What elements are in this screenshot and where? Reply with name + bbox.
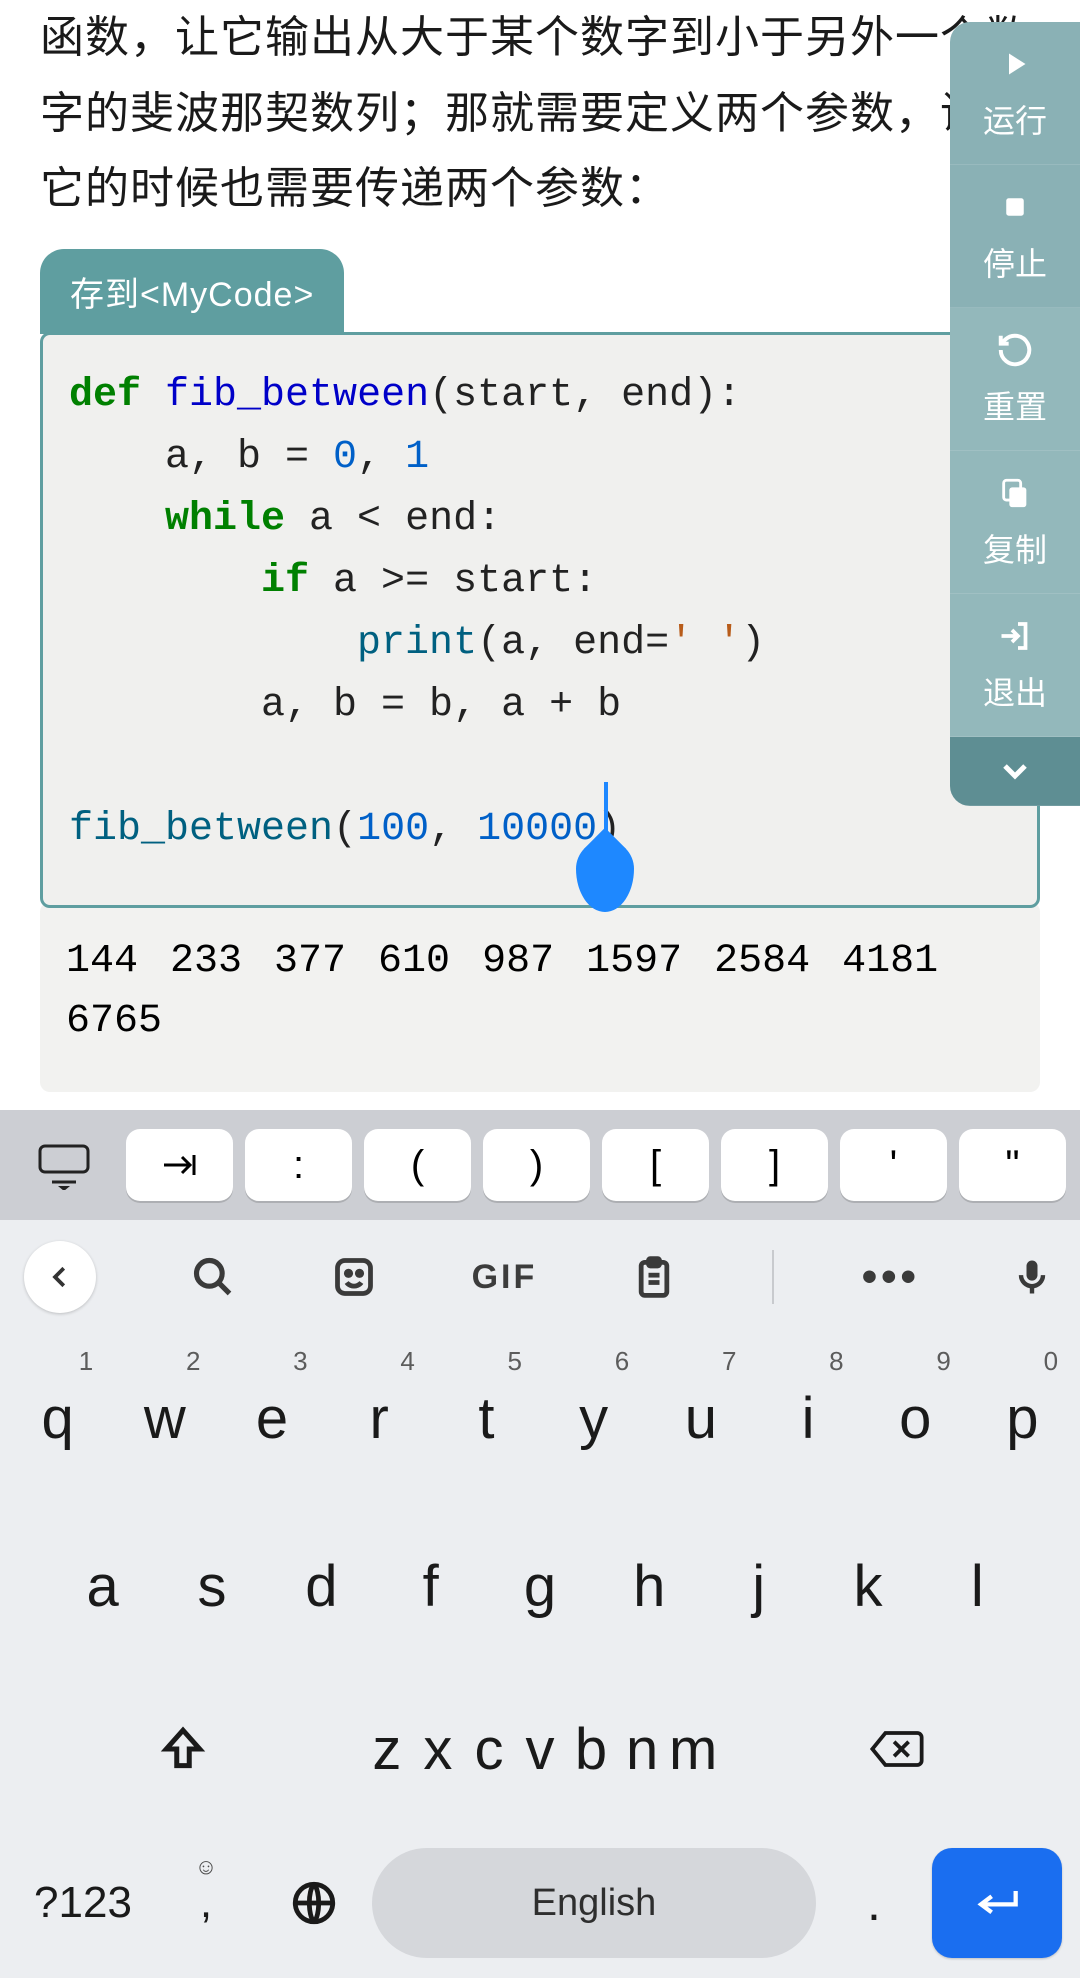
- alpha-keys: 1q2w3e4r5t6y7u8i9o0p asdfghjkl zxcvbnm: [0, 1334, 1080, 1828]
- mic-icon[interactable]: [1008, 1253, 1056, 1301]
- run-button[interactable]: 运行: [950, 22, 1080, 165]
- reset-label: 重置: [983, 382, 1047, 428]
- search-icon[interactable]: [189, 1253, 237, 1301]
- key-row-3-letters: zxcvbnm: [361, 1716, 718, 1783]
- key-u[interactable]: 7u: [647, 1334, 754, 1502]
- key-g[interactable]: g: [485, 1502, 594, 1670]
- stop-icon: [993, 185, 1037, 229]
- keyboard-collapse-button[interactable]: [24, 1241, 96, 1313]
- backspace-key[interactable]: [719, 1670, 1076, 1828]
- reset-icon: [993, 328, 1037, 372]
- keyboard-toolbar: GIF •••: [0, 1220, 1080, 1334]
- exit-icon: [993, 614, 1037, 658]
- key-row-1: 1q2w3e4r5t6y7u8i9o0p: [4, 1334, 1076, 1502]
- play-icon: [993, 42, 1037, 86]
- copy-label: 复制: [983, 525, 1047, 571]
- key-o[interactable]: 9o: [862, 1334, 969, 1502]
- code-line: fib_between(100, 10000): [69, 799, 1011, 861]
- key-f[interactable]: f: [376, 1502, 485, 1670]
- key-z[interactable]: z: [361, 1716, 412, 1783]
- code-line: if a >= start:: [69, 551, 1011, 613]
- key-e[interactable]: 3e: [218, 1334, 325, 1502]
- code-line: a, b = 0, 1: [69, 427, 1011, 489]
- key-w[interactable]: 2w: [111, 1334, 218, 1502]
- key-v[interactable]: v: [514, 1716, 565, 1783]
- copy-icon: [993, 471, 1037, 515]
- close-bracket-key[interactable]: ]: [721, 1129, 828, 1201]
- chevron-down-icon: [993, 749, 1037, 793]
- comma-key[interactable]: ☺ ,: [156, 1848, 256, 1958]
- run-label: 运行: [983, 96, 1047, 142]
- single-quote-key[interactable]: ': [840, 1129, 947, 1201]
- hide-keyboard-button[interactable]: [14, 1110, 114, 1220]
- code-line: def fib_between(start, end):: [69, 365, 1011, 427]
- output-line: 6765: [66, 992, 1014, 1052]
- key-x[interactable]: x: [412, 1716, 463, 1783]
- double-quote-key[interactable]: ": [959, 1129, 1066, 1201]
- keyboard: : ( ) [ ] ' " GIF ••• 1q2w3e4r5t6y7u8i9o…: [0, 1110, 1080, 1978]
- key-b[interactable]: b: [566, 1716, 617, 1783]
- key-r[interactable]: 4r: [326, 1334, 433, 1502]
- reset-button[interactable]: 重置: [950, 308, 1080, 451]
- key-c[interactable]: c: [463, 1716, 514, 1783]
- symbols-mode-key[interactable]: ?123: [18, 1848, 148, 1958]
- exit-label: 退出: [983, 668, 1047, 714]
- code-line: while a < end:: [69, 489, 1011, 551]
- period-key[interactable]: .: [824, 1848, 924, 1958]
- key-i[interactable]: 8i: [754, 1334, 861, 1502]
- sticker-icon[interactable]: [330, 1253, 378, 1301]
- enter-key[interactable]: [932, 1848, 1062, 1958]
- key-l[interactable]: l: [923, 1502, 1032, 1670]
- key-row-2: asdfghjkl: [4, 1502, 1076, 1670]
- shift-key[interactable]: [4, 1670, 361, 1828]
- more-icon[interactable]: •••: [867, 1253, 915, 1301]
- stop-button[interactable]: 停止: [950, 165, 1080, 308]
- clipboard-icon[interactable]: [630, 1253, 678, 1301]
- exit-button[interactable]: 退出: [950, 594, 1080, 737]
- code-toolbar: 运行 停止 重置 复制 退出: [950, 22, 1080, 806]
- emoji-sup: ☺: [195, 1854, 217, 1880]
- paragraph-text: 函数可以同时接收多个参数。比如，我们可以写一个 函数，让它输出从大于某个数字到小…: [40, 0, 1040, 227]
- prose-line: 字的斐波那契数列；那就需要定义两个参数，调用: [40, 89, 1030, 138]
- key-k[interactable]: k: [813, 1502, 922, 1670]
- key-row-3: zxcvbnm: [4, 1670, 1076, 1828]
- key-p[interactable]: 0p: [969, 1334, 1076, 1502]
- stop-label: 停止: [983, 239, 1047, 285]
- keyboard-bottom-row: ?123 ☺ , English .: [0, 1828, 1080, 1978]
- key-s[interactable]: s: [157, 1502, 266, 1670]
- open-bracket-key[interactable]: [: [602, 1129, 709, 1201]
- key-j[interactable]: j: [704, 1502, 813, 1670]
- copy-button[interactable]: 复制: [950, 451, 1080, 594]
- gif-button[interactable]: GIF: [472, 1258, 538, 1297]
- key-y[interactable]: 6y: [540, 1334, 647, 1502]
- collapse-toolbar-button[interactable]: [950, 737, 1080, 806]
- code-line: [69, 737, 1011, 799]
- tab-key[interactable]: [126, 1129, 233, 1201]
- open-paren-key[interactable]: (: [364, 1129, 471, 1201]
- prose-line: 它的时候也需要传递两个参数：: [40, 164, 670, 213]
- language-key[interactable]: [264, 1848, 364, 1958]
- output-line: 144 233 377 610 987 1597 2584 4181: [66, 932, 1014, 992]
- colon-key[interactable]: :: [245, 1129, 352, 1201]
- key-d[interactable]: d: [267, 1502, 376, 1670]
- code-line: print(a, end=' '): [69, 613, 1011, 675]
- code-editor[interactable]: def fib_between(start, end): a, b = 0, 1…: [40, 332, 1040, 908]
- prose-line: 函数，让它输出从大于某个数字到小于另外一个数: [40, 13, 1030, 62]
- comma-glyph: ,: [200, 1878, 212, 1928]
- code-line: a, b = b, a + b: [69, 675, 1011, 737]
- close-paren-key[interactable]: ): [483, 1129, 590, 1201]
- divider: [772, 1250, 774, 1304]
- save-to-mycode-button[interactable]: 存到<MyCode>: [40, 249, 344, 334]
- key-a[interactable]: a: [48, 1502, 157, 1670]
- key-t[interactable]: 5t: [433, 1334, 540, 1502]
- key-n[interactable]: n: [617, 1716, 668, 1783]
- symbol-row: : ( ) [ ] ' ": [0, 1110, 1080, 1220]
- key-m[interactable]: m: [668, 1716, 719, 1783]
- key-h[interactable]: h: [595, 1502, 704, 1670]
- code-output: 144 233 377 610 987 1597 2584 4181 6765: [40, 902, 1040, 1092]
- key-q[interactable]: 1q: [4, 1334, 111, 1502]
- space-key[interactable]: English: [372, 1848, 816, 1958]
- document-pane[interactable]: 函数可以同时接收多个参数。比如，我们可以写一个 函数，让它输出从大于某个数字到小…: [0, 0, 1080, 1110]
